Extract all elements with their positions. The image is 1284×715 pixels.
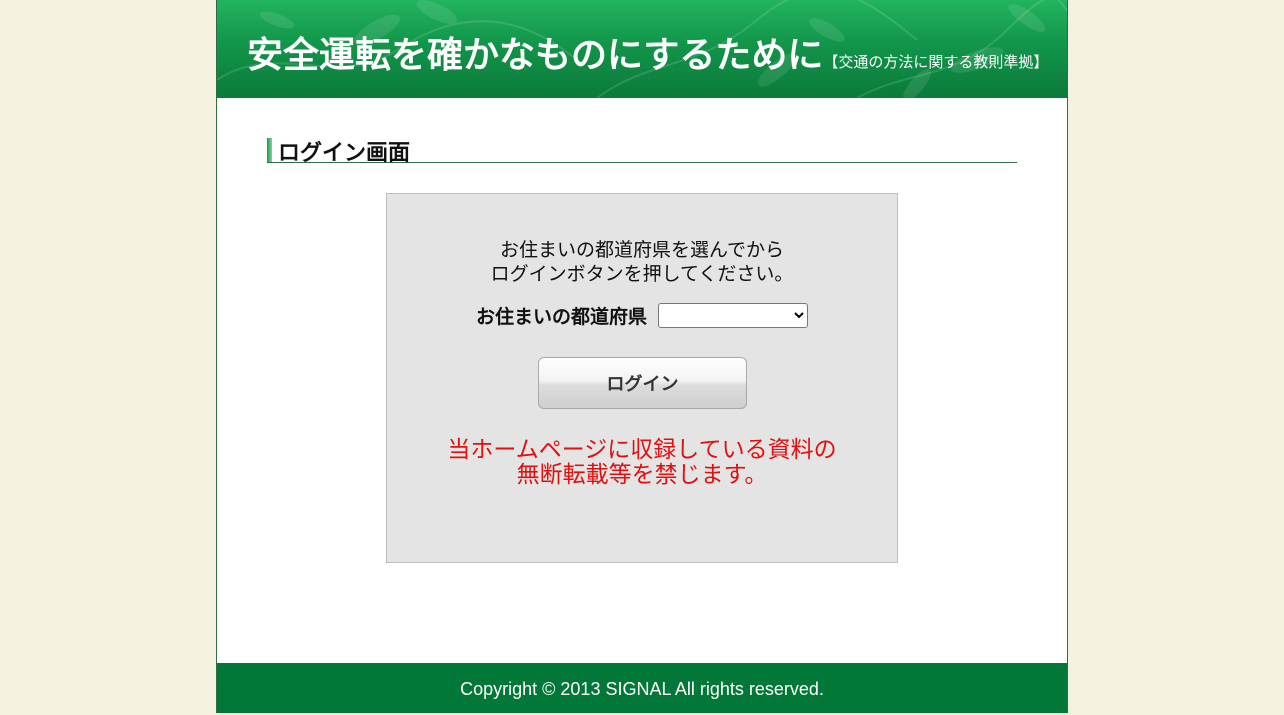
login-instruction: お住まいの都道府県を選んでから ログインボタンを押してください。 bbox=[387, 238, 897, 286]
site-title-subtitle: 【交通の方法に関する教則準拠】 bbox=[823, 53, 1049, 71]
prefecture-row: お住まいの都道府県 bbox=[387, 302, 897, 329]
page-container: 安全運転を確かなものにするために【交通の方法に関する教則準拠】 ログイン画面 お… bbox=[216, 0, 1068, 713]
footer-copyright: Copyright © 2013 SIGNAL All rights reser… bbox=[460, 679, 824, 699]
site-footer: Copyright © 2013 SIGNAL All rights reser… bbox=[217, 663, 1067, 713]
instruction-line-2: ログインボタンを押してください。 bbox=[490, 263, 794, 285]
copyright-notice: 当ホームページに収録している資料の 無断転載等を禁じます。 bbox=[387, 438, 897, 488]
section-heading-bar bbox=[267, 138, 272, 162]
site-title-main: 安全運転を確かなものにするために bbox=[247, 35, 824, 76]
site-title: 安全運転を確かなものにするために【交通の方法に関する教則準拠】 bbox=[247, 26, 1048, 78]
notice-line-2: 無断転載等を禁じます。 bbox=[516, 462, 768, 488]
instruction-line-1: お住まいの都道府県を選んでから bbox=[499, 239, 785, 261]
login-button[interactable]: ログイン bbox=[538, 357, 747, 409]
login-panel: お住まいの都道府県を選んでから ログインボタンを押してください。 お住まいの都道… bbox=[386, 193, 898, 563]
site-header: 安全運転を確かなものにするために【交通の方法に関する教則準拠】 bbox=[217, 0, 1067, 98]
prefecture-select[interactable] bbox=[658, 303, 809, 328]
section-heading: ログイン画面 bbox=[267, 138, 1017, 166]
notice-line-1: 当ホームページに収録している資料の bbox=[447, 437, 837, 463]
prefecture-label: お住まいの都道府県 bbox=[475, 306, 647, 328]
page-title: ログイン画面 bbox=[278, 141, 411, 166]
